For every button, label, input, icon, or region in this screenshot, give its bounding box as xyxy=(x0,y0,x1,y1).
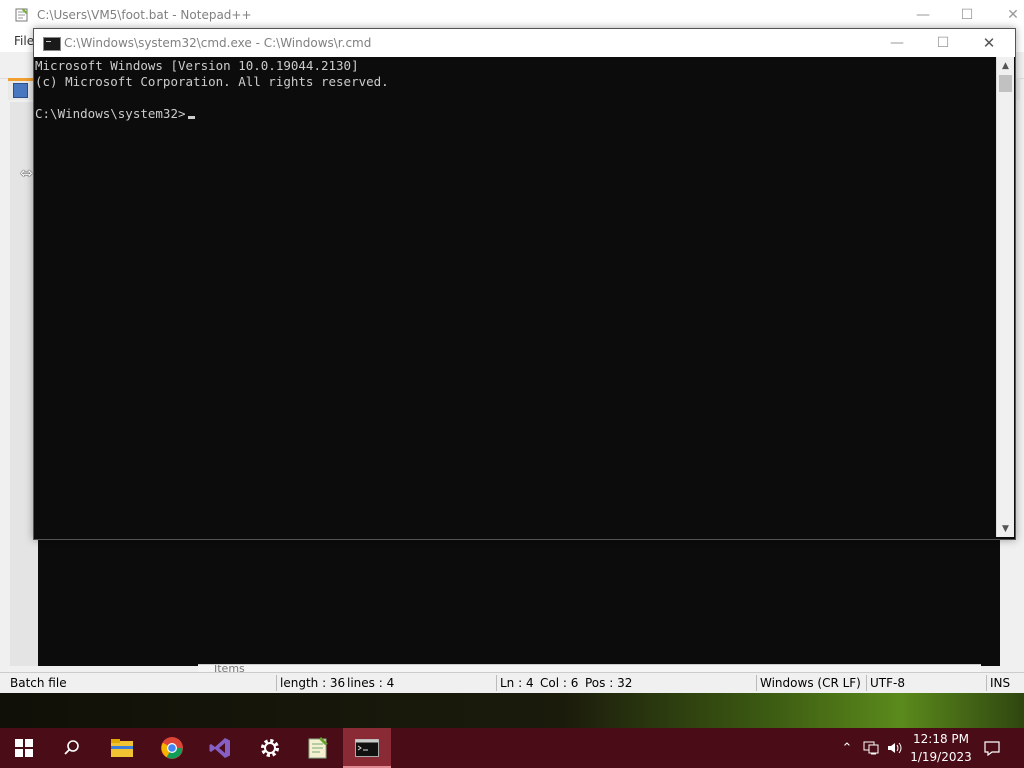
horizontal-resize-cursor-icon: ⇔ xyxy=(20,164,33,182)
status-lines: lines : 4 xyxy=(347,676,395,690)
scroll-thumb[interactable] xyxy=(999,75,1012,92)
cmd-minimize-button[interactable]: — xyxy=(874,29,920,57)
status-encoding: UTF-8 xyxy=(870,676,905,690)
visual-studio-icon xyxy=(209,738,230,758)
cmd-vertical-scrollbar[interactable]: ▲ ▼ xyxy=(996,57,1014,537)
console-line: (c) Microsoft Corporation. All rights re… xyxy=(35,74,389,89)
notepadpp-maximize-button[interactable]: ☐ xyxy=(944,0,990,30)
cmd-maximize-button[interactable]: ☐ xyxy=(920,29,966,57)
status-pos: Pos : 32 xyxy=(585,676,633,690)
active-tab-indicator xyxy=(8,78,36,81)
notepadpp-statusbar: Batch file length : 36 lines : 4 Ln : 4 … xyxy=(0,672,1024,693)
windows-logo-icon xyxy=(15,739,33,757)
notepadpp-titlebar[interactable]: C:\Users\VM5\foot.bat - Notepad++ — ☐ ✕ xyxy=(0,0,1024,30)
scroll-down-arrow-icon[interactable]: ▼ xyxy=(997,520,1014,537)
menu-file[interactable]: File xyxy=(14,34,34,48)
status-separator xyxy=(986,675,987,691)
console-output[interactable]: Microsoft Windows [Version 10.0.19044.21… xyxy=(34,57,996,537)
status-length: length : 36 xyxy=(280,676,346,690)
taskbar-settings[interactable] xyxy=(246,728,294,768)
taskbar-visual-studio[interactable] xyxy=(196,728,244,768)
notepadpp-title: C:\Users\VM5\foot.bat - Notepad++ xyxy=(37,8,252,22)
clock-time: 12:18 PM xyxy=(913,732,969,746)
cmd-window[interactable]: C:\Windows\system32\cmd.exe - C:\Windows… xyxy=(33,28,1016,540)
status-col: Col : 6 xyxy=(540,676,579,690)
save-icon xyxy=(13,83,28,98)
status-ln: Ln : 4 xyxy=(500,676,534,690)
taskbar-file-explorer[interactable] xyxy=(98,728,146,768)
clock-date: 1/19/2023 xyxy=(910,750,972,764)
cmd-close-button[interactable]: ✕ xyxy=(966,29,1012,57)
status-separator xyxy=(276,675,277,691)
text-cursor xyxy=(187,116,195,119)
cmd-icon xyxy=(355,739,379,757)
notification-icon xyxy=(984,740,1000,756)
taskbar-notepadpp[interactable] xyxy=(294,728,342,768)
chrome-icon xyxy=(161,737,183,759)
cmd-titlebar[interactable]: C:\Windows\system32\cmd.exe - C:\Windows… xyxy=(34,29,1015,57)
search-button[interactable] xyxy=(48,728,96,768)
status-insert-mode: INS xyxy=(990,676,1011,690)
status-separator xyxy=(756,675,757,691)
taskbar-clock[interactable]: 12:18 PM 1/19/2023 xyxy=(906,730,976,766)
scroll-up-arrow-icon[interactable]: ▲ xyxy=(997,57,1014,74)
search-icon xyxy=(64,740,79,755)
status-separator xyxy=(496,675,497,691)
console-line: Microsoft Windows [Version 10.0.19044.21… xyxy=(35,58,359,73)
status-file-type: Batch file xyxy=(10,676,67,690)
taskbar-chrome[interactable] xyxy=(148,728,196,768)
console-prompt: C:\Windows\system32> xyxy=(35,106,186,121)
start-button[interactable] xyxy=(0,728,48,768)
taskbar: ⌃ 12:18 PM 1/19/2023 xyxy=(0,728,1024,768)
taskbar-cmd[interactable] xyxy=(343,728,391,768)
cmd-app-icon xyxy=(43,37,61,51)
status-separator xyxy=(866,675,867,691)
notepadpp-app-icon xyxy=(15,8,28,22)
console-prompt-line: C:\Windows\system32> xyxy=(35,106,195,122)
file-explorer-icon xyxy=(111,739,133,757)
cmd-title: C:\Windows\system32\cmd.exe - C:\Windows… xyxy=(64,36,372,50)
notification-center-button[interactable] xyxy=(978,728,1006,768)
network-icon[interactable] xyxy=(860,728,882,768)
notepadpp-icon xyxy=(308,737,328,759)
status-eol: Windows (CR LF) xyxy=(760,676,861,690)
show-hidden-icons-chevron-icon[interactable]: ⌃ xyxy=(838,728,856,768)
volume-icon[interactable] xyxy=(884,728,906,768)
settings-gear-icon xyxy=(261,739,279,757)
notepadpp-minimize-button[interactable]: — xyxy=(900,0,946,30)
desktop-wallpaper-strip xyxy=(0,692,1024,728)
notepadpp-close-button[interactable]: ✕ xyxy=(990,0,1024,30)
